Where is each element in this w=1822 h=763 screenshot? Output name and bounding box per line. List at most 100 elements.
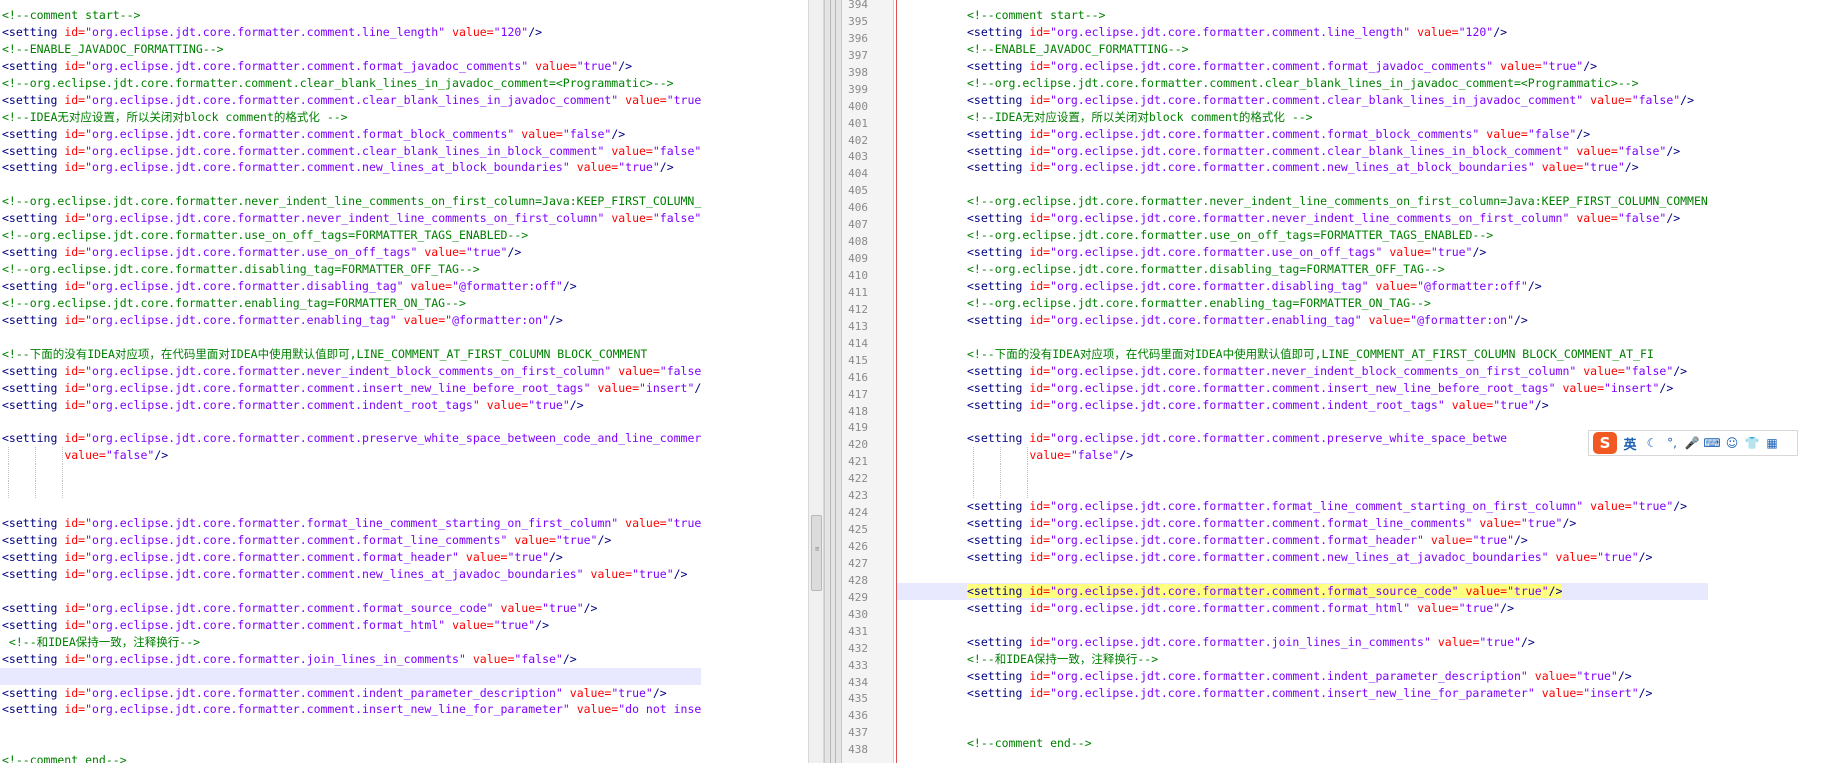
code-line[interactable]: <setting id="org.eclipse.jdt.core.format… (0, 617, 701, 634)
code-line[interactable]: <setting id="org.eclipse.jdt.core.format… (897, 210, 1708, 227)
right-code-lines[interactable]: <!--comment start--> <setting id="org.ecl… (897, 7, 1708, 763)
code-line[interactable]: <setting id="org.eclipse.jdt.core.format… (0, 278, 701, 295)
code-line[interactable]: <!--org.eclipse.jdt.core.formatter.disab… (0, 261, 701, 278)
code-line[interactable] (897, 617, 1708, 634)
code-line[interactable]: <setting id="org.eclipse.jdt.core.format… (897, 430, 1708, 447)
code-line[interactable]: <setting id="org.eclipse.jdt.core.format… (897, 498, 1708, 515)
code-line[interactable]: <setting id="org.eclipse.jdt.core.format… (897, 532, 1708, 549)
code-line[interactable] (897, 464, 1708, 482)
code-line[interactable]: <!--comment start--> (897, 7, 1708, 24)
compare-splitter[interactable] (824, 0, 842, 763)
code-line[interactable] (0, 667, 702, 685)
code-line[interactable] (0, 735, 701, 752)
code-line[interactable]: <setting id="org.eclipse.jdt.core.format… (897, 92, 1708, 109)
code-line[interactable] (897, 566, 1708, 583)
code-line[interactable]: <setting id="org.eclipse.jdt.core.format… (0, 58, 701, 75)
ime-toolbar[interactable]: S 英 ☾ °, 🎤 ⌨ ☺ 👕 ▦ (1588, 430, 1798, 456)
code-line[interactable]: <!--和IDEA保持一致，注释换行--> (0, 634, 701, 651)
code-line[interactable] (897, 481, 1708, 499)
code-line[interactable]: <setting id="org.eclipse.jdt.core.format… (0, 600, 701, 617)
code-line[interactable]: value="false"/> (897, 447, 1708, 465)
moon-icon[interactable]: ☾ (1643, 433, 1661, 453)
code-line[interactable]: <!--和IDEA保持一致，注释换行--> (897, 651, 1708, 668)
code-line[interactable] (897, 414, 1708, 431)
code-line[interactable]: <!--org.eclipse.jdt.core.formatter.never… (0, 193, 701, 210)
code-line[interactable]: <setting id="org.eclipse.jdt.core.format… (897, 126, 1708, 143)
code-line[interactable] (897, 701, 1708, 718)
code-line[interactable]: <setting id="org.eclipse.jdt.core.format… (897, 278, 1708, 295)
left-editor-pane[interactable]: <!--comment start--> <setting id="org.ecl… (0, 0, 808, 763)
code-line[interactable]: <setting id="org.eclipse.jdt.core.format… (0, 532, 701, 549)
code-line[interactable] (0, 176, 701, 193)
code-line[interactable]: <setting id="org.eclipse.jdt.core.format… (897, 582, 1708, 600)
code-line[interactable]: <!--ENABLE_JAVADOC_FORMATTING--> (897, 41, 1708, 58)
left-code-lines[interactable]: <!--comment start--> <setting id="org.ecl… (0, 7, 702, 763)
code-line[interactable]: <!--org.eclipse.jdt.core.formatter.use_o… (0, 227, 701, 244)
code-line[interactable]: <setting id="org.eclipse.jdt.core.format… (897, 363, 1708, 380)
code-line[interactable]: <!--org.eclipse.jdt.core.formatter.enabl… (0, 295, 701, 312)
code-line[interactable]: <!--org.eclipse.jdt.core.formatter.use_o… (897, 227, 1708, 244)
code-line[interactable]: <setting id="org.eclipse.jdt.core.format… (897, 143, 1708, 160)
code-line[interactable]: <setting id="org.eclipse.jdt.core.format… (0, 651, 701, 668)
language-toggle-button[interactable]: 英 (1621, 433, 1639, 453)
code-line[interactable] (0, 481, 701, 499)
punctuation-icon[interactable]: °, (1663, 433, 1681, 453)
code-line[interactable]: <setting id="org.eclipse.jdt.core.format… (897, 634, 1708, 651)
code-line[interactable] (897, 176, 1708, 193)
code-line[interactable] (897, 752, 1708, 763)
code-line[interactable]: <setting id="org.eclipse.jdt.core.format… (0, 549, 701, 566)
user-icon[interactable]: ☺ (1723, 433, 1741, 453)
code-line[interactable]: <!--ENABLE_JAVADOC_FORMATTING--> (0, 41, 701, 58)
code-line[interactable]: <setting id="org.eclipse.jdt.core.format… (897, 515, 1708, 532)
code-line[interactable] (897, 718, 1708, 735)
code-line[interactable] (0, 329, 701, 346)
code-line[interactable]: <setting id="org.eclipse.jdt.core.format… (0, 363, 701, 380)
code-line[interactable]: <setting id="org.eclipse.jdt.core.format… (0, 244, 701, 261)
code-line[interactable]: <!--comment end--> (897, 735, 1708, 752)
code-line[interactable]: <setting id="org.eclipse.jdt.core.format… (0, 685, 701, 702)
code-line[interactable]: <setting id="org.eclipse.jdt.core.format… (897, 159, 1708, 176)
code-line[interactable]: <!--org.eclipse.jdt.core.formatter.never… (897, 193, 1708, 210)
code-line[interactable]: <setting id="org.eclipse.jdt.core.format… (0, 312, 701, 329)
code-line[interactable]: <setting id="org.eclipse.jdt.core.format… (0, 159, 701, 176)
code-line[interactable]: <!--下面的没有IDEA对应项，在代码里面对IDEA中使用默认值即可,LINE… (897, 346, 1708, 363)
code-line[interactable]: <setting id="org.eclipse.jdt.core.format… (0, 701, 701, 718)
code-line[interactable] (0, 464, 701, 482)
keyboard-icon[interactable]: ⌨ (1703, 433, 1721, 453)
code-line[interactable]: <setting id="org.eclipse.jdt.core.format… (897, 600, 1708, 617)
scrollbar-thumb[interactable]: ≡ (811, 515, 822, 591)
code-line[interactable]: <setting id="org.eclipse.jdt.core.format… (0, 24, 701, 41)
grid-menu-icon[interactable]: ▦ (1763, 433, 1781, 453)
left-vertical-scrollbar[interactable]: ≡ (808, 0, 824, 763)
code-line[interactable]: <setting id="org.eclipse.jdt.core.format… (897, 397, 1708, 414)
code-line[interactable] (0, 414, 701, 431)
code-line[interactable]: <!--IDEA无对应设置，所以关闭对block comment的格式化 --> (0, 109, 701, 126)
code-line[interactable]: <setting id="org.eclipse.jdt.core.format… (897, 549, 1708, 566)
code-line[interactable]: <setting id="org.eclipse.jdt.core.format… (0, 92, 701, 109)
code-line[interactable]: <setting id="org.eclipse.jdt.core.format… (897, 58, 1708, 75)
code-line[interactable]: <setting id="org.eclipse.jdt.core.format… (0, 143, 701, 160)
code-line[interactable]: <setting id="org.eclipse.jdt.core.format… (897, 312, 1708, 329)
right-editor-pane[interactable]: <!--comment start--> <setting id="org.ecl… (897, 0, 1822, 763)
code-line[interactable]: <setting id="org.eclipse.jdt.core.format… (897, 380, 1708, 397)
code-line[interactable]: <!--comment start--> (0, 7, 701, 24)
code-line[interactable] (0, 498, 701, 515)
code-line[interactable]: <setting id="org.eclipse.jdt.core.format… (0, 210, 701, 227)
code-line[interactable]: <!--org.eclipse.jdt.core.formatter.disab… (897, 261, 1708, 278)
code-line[interactable]: <setting id="org.eclipse.jdt.core.format… (0, 430, 701, 447)
code-line[interactable]: <setting id="org.eclipse.jdt.core.format… (897, 668, 1708, 685)
code-line[interactable]: <!--IDEA无对应设置，所以关闭对block comment的格式化 --> (897, 109, 1708, 126)
code-line[interactable]: value="false"/> (0, 447, 701, 465)
code-line[interactable]: <setting id="org.eclipse.jdt.core.format… (0, 397, 701, 414)
code-line[interactable]: <!--org.eclipse.jdt.core.formatter.comme… (897, 75, 1708, 92)
code-line[interactable]: <!--org.eclipse.jdt.core.formatter.comme… (0, 75, 701, 92)
code-line[interactable]: <setting id="org.eclipse.jdt.core.format… (897, 24, 1708, 41)
code-line[interactable]: <setting id="org.eclipse.jdt.core.format… (0, 515, 701, 532)
microphone-icon[interactable]: 🎤 (1683, 433, 1701, 453)
code-line[interactable]: <setting id="org.eclipse.jdt.core.format… (0, 566, 701, 583)
skin-shirt-icon[interactable]: 👕 (1743, 433, 1761, 453)
code-line[interactable]: <!--下面的没有IDEA对应项，在代码里面对IDEA中使用默认值即可,LINE… (0, 346, 701, 363)
sogou-logo-icon[interactable]: S (1593, 432, 1617, 454)
code-line[interactable]: <setting id="org.eclipse.jdt.core.format… (0, 126, 701, 143)
code-line[interactable]: <setting id="org.eclipse.jdt.core.format… (897, 685, 1708, 702)
